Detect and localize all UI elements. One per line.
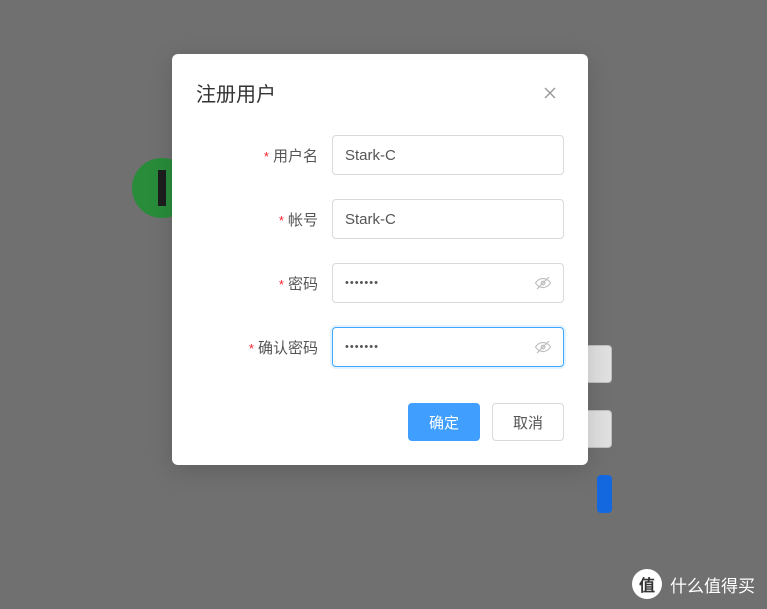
- input-wrap: [332, 199, 564, 239]
- account-input[interactable]: [332, 199, 564, 239]
- required-mark: *: [249, 341, 254, 356]
- form-row-account: *帐号: [196, 199, 564, 239]
- cancel-button[interactable]: 取消: [492, 403, 564, 441]
- watermark-badge: 值: [632, 569, 662, 599]
- close-button[interactable]: [536, 79, 564, 107]
- watermark: 值 什么值得买: [632, 569, 755, 599]
- close-icon: [542, 85, 558, 101]
- password-input[interactable]: [332, 263, 564, 303]
- form-row-username: *用户名: [196, 135, 564, 175]
- ok-button[interactable]: 确定: [408, 403, 480, 441]
- username-label: *用户名: [196, 145, 332, 166]
- toggle-confirm-visibility[interactable]: [532, 336, 554, 358]
- input-wrap: [332, 135, 564, 175]
- input-wrap: [332, 263, 564, 303]
- form-row-confirm: *确认密码: [196, 327, 564, 367]
- required-mark: *: [279, 277, 284, 292]
- confirm-password-input[interactable]: [332, 327, 564, 367]
- input-wrap: [332, 327, 564, 367]
- modal-title: 注册用户: [196, 78, 276, 107]
- username-input[interactable]: [332, 135, 564, 175]
- confirm-label: *确认密码: [196, 337, 332, 358]
- modal-header: 注册用户: [196, 78, 564, 107]
- eye-off-icon: [534, 338, 552, 356]
- toggle-password-visibility[interactable]: [532, 272, 554, 294]
- required-mark: *: [279, 213, 284, 228]
- password-label: *密码: [196, 273, 332, 294]
- modal-footer: 确定 取消: [196, 403, 564, 441]
- account-label: *帐号: [196, 209, 332, 230]
- register-modal: 注册用户 *用户名 *帐号 *密码: [172, 54, 588, 465]
- watermark-text: 什么值得买: [670, 572, 755, 597]
- eye-off-icon: [534, 274, 552, 292]
- required-mark: *: [264, 149, 269, 164]
- form-row-password: *密码: [196, 263, 564, 303]
